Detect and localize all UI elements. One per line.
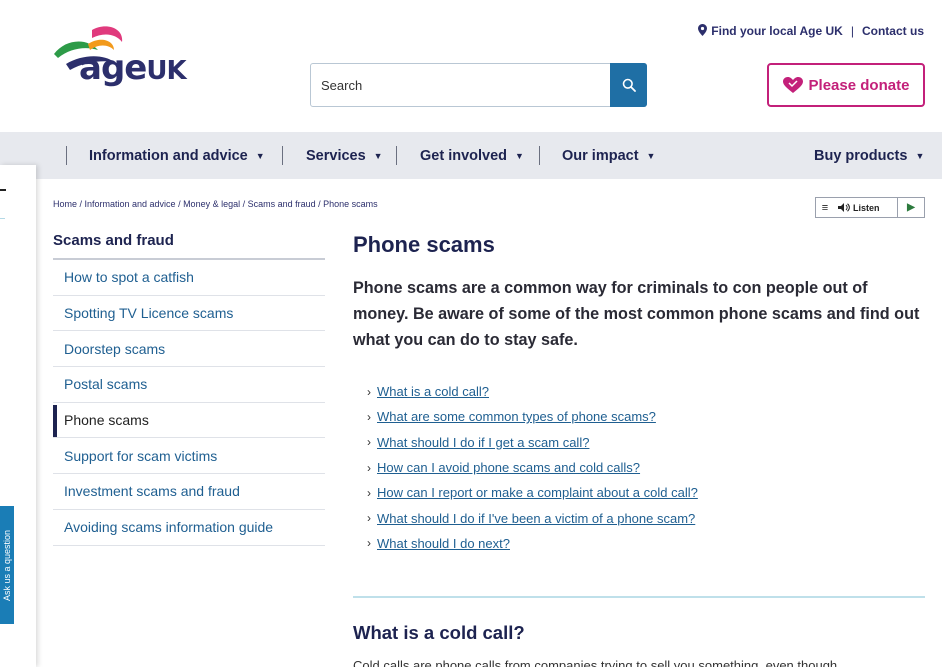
table-of-contents: › What is a cold call? › What are some com… — [353, 379, 925, 556]
ask-tab-label: Ask us a question — [2, 529, 12, 601]
toc-link[interactable]: How can I report or make a complaint abo… — [377, 485, 698, 500]
nav-item-information-advice[interactable]: Information and advice ▼ — [89, 132, 265, 179]
section-divider — [353, 596, 925, 598]
caret-down-icon: ▼ — [915, 150, 925, 161]
sidebar-item-postal[interactable]: Postal scams — [53, 367, 325, 403]
chevron-right-icon: › — [367, 536, 371, 551]
logo-wordmark: ageUK — [79, 48, 187, 88]
page-title: Phone scams — [353, 232, 495, 257]
listen-label: Listen — [853, 202, 880, 213]
section-heading: What is a cold call? — [353, 622, 525, 643]
nav-separator — [66, 146, 67, 165]
nav-item-buy-products[interactable]: Buy products ▼ — [814, 132, 924, 179]
donate-label: Please donate — [808, 76, 910, 94]
ask-us-question-tab[interactable]: Ask us a question — [0, 506, 14, 624]
site-header: ageUK Find your local Age UK | Contact u… — [0, 0, 942, 132]
toc-link[interactable]: What is a cold call? — [377, 384, 489, 399]
sidebar-item-catfish[interactable]: How to spot a catfish — [53, 260, 325, 296]
nav-item-get-involved[interactable]: Get involved ▼ — [420, 132, 524, 179]
nav-item-label: Get involved — [420, 147, 508, 164]
chevron-right-icon: › — [367, 511, 371, 526]
panel-mark — [0, 189, 6, 191]
main-navigation: Information and advice ▼ Services ▼ Get in… — [0, 132, 942, 179]
find-local-link[interactable]: Find your local Age UK — [698, 24, 843, 38]
chevron-right-icon: › — [367, 384, 371, 399]
sidebar-item-label: Doorstep scams — [64, 340, 166, 357]
section-sidebar: Scams and fraud How to spot a catfish Sp… — [53, 229, 325, 546]
toc-item: › What should I do if I've been a victim … — [367, 505, 925, 530]
chevron-right-icon: › — [367, 460, 371, 475]
play-icon[interactable]: ▶ — [898, 202, 924, 213]
sidebar-item-support-victims[interactable]: Support for scam victims — [53, 438, 325, 475]
heart-icon — [782, 76, 803, 93]
main-content: Phone scams Phone scams are a common way… — [353, 229, 925, 556]
nav-item-services[interactable]: Services ▼ — [306, 132, 383, 179]
nav-item-label: Buy products — [814, 147, 908, 164]
caret-down-icon: ▼ — [515, 150, 524, 161]
sidebar-item-label: Phone scams — [64, 412, 149, 429]
toc-item: › What is a cold call? — [367, 379, 925, 404]
search-box — [310, 63, 647, 107]
search-input[interactable] — [311, 64, 610, 106]
search-icon — [622, 78, 636, 92]
panel-mark — [0, 218, 5, 219]
sidebar-item-label: Avoiding scams information guide — [64, 519, 274, 536]
donate-button[interactable]: Please donate — [767, 63, 925, 107]
caret-down-icon: ▼ — [646, 150, 656, 161]
nav-separator — [539, 146, 540, 165]
sidebar-item-investment-scams[interactable]: Investment scams and fraud — [53, 474, 325, 510]
sidebar-item-label: Spotting TV Licence scams — [64, 305, 234, 322]
nav-item-our-impact[interactable]: Our impact ▼ — [562, 132, 655, 179]
sidebar-item-doorstep[interactable]: Doorstep scams — [53, 331, 325, 368]
nav-item-label: Our impact — [562, 147, 639, 164]
toc-item: › How can I avoid phone scams and cold ca… — [367, 455, 925, 480]
toc-link[interactable]: How can I avoid phone scams and cold cal… — [377, 460, 640, 475]
section-text: Cold calls are phone calls from companie… — [353, 658, 838, 667]
search-button[interactable] — [610, 63, 647, 107]
breadcrumb[interactable]: Home / Information and advice / Money & … — [53, 199, 378, 209]
caret-down-icon: ▼ — [373, 150, 383, 161]
sidebar-item-tv-licence[interactable]: Spotting TV Licence scams — [53, 296, 325, 332]
nav-separator — [282, 146, 283, 165]
sidebar-item-label: How to spot a catfish — [64, 269, 194, 286]
sidebar-title: Scams and fraud — [53, 229, 325, 260]
age-uk-logo[interactable]: ageUK — [52, 24, 202, 94]
sidebar-item-information-guide[interactable]: Avoiding scams information guide — [53, 510, 325, 546]
contact-link[interactable]: Contact us — [862, 24, 924, 38]
nav-item-label: Information and advice — [89, 147, 248, 164]
chevron-right-icon: › — [367, 409, 371, 424]
top-links: Find your local Age UK | Contact us — [698, 24, 924, 38]
toc-link[interactable]: What should I do if I get a scam call? — [377, 435, 589, 450]
toc-link[interactable]: What should I do if I've been a victim o… — [377, 511, 695, 526]
location-pin-icon — [698, 24, 708, 36]
listen-player: ≡ Listen ▶ — [815, 197, 925, 218]
sidebar-item-label: Investment scams and fraud — [64, 483, 240, 500]
speaker-icon — [838, 203, 850, 212]
toc-link[interactable]: What should I do next? — [377, 536, 510, 551]
chevron-right-icon: › — [367, 435, 371, 450]
sidebar-item-label: Support for scam victims — [64, 447, 218, 464]
toc-item: › What should I do if I get a scam call? — [367, 430, 925, 455]
chevron-right-icon: › — [367, 485, 371, 500]
intro-text: Phone scams are a common way for crimina… — [353, 279, 920, 349]
toc-item: › What should I do next? — [367, 531, 925, 556]
toc-item: › What are some common types of phone sca… — [367, 404, 925, 429]
toc-link[interactable]: What are some common types of phone scam… — [377, 409, 656, 424]
toplinks-separator: | — [850, 24, 854, 38]
toc-item: › How can I report or make a complaint ab… — [367, 480, 925, 505]
caret-down-icon: ▼ — [255, 150, 265, 161]
sidebar-item-phone-scams[interactable]: Phone scams — [53, 403, 325, 439]
nav-item-label: Services — [306, 147, 366, 164]
nav-separator — [396, 146, 397, 165]
menu-icon[interactable]: ≡ — [816, 198, 834, 217]
sidebar-item-label: Postal scams — [64, 376, 148, 393]
listen-button[interactable]: Listen — [834, 198, 898, 217]
find-local-label: Find your local Age UK — [711, 24, 843, 38]
